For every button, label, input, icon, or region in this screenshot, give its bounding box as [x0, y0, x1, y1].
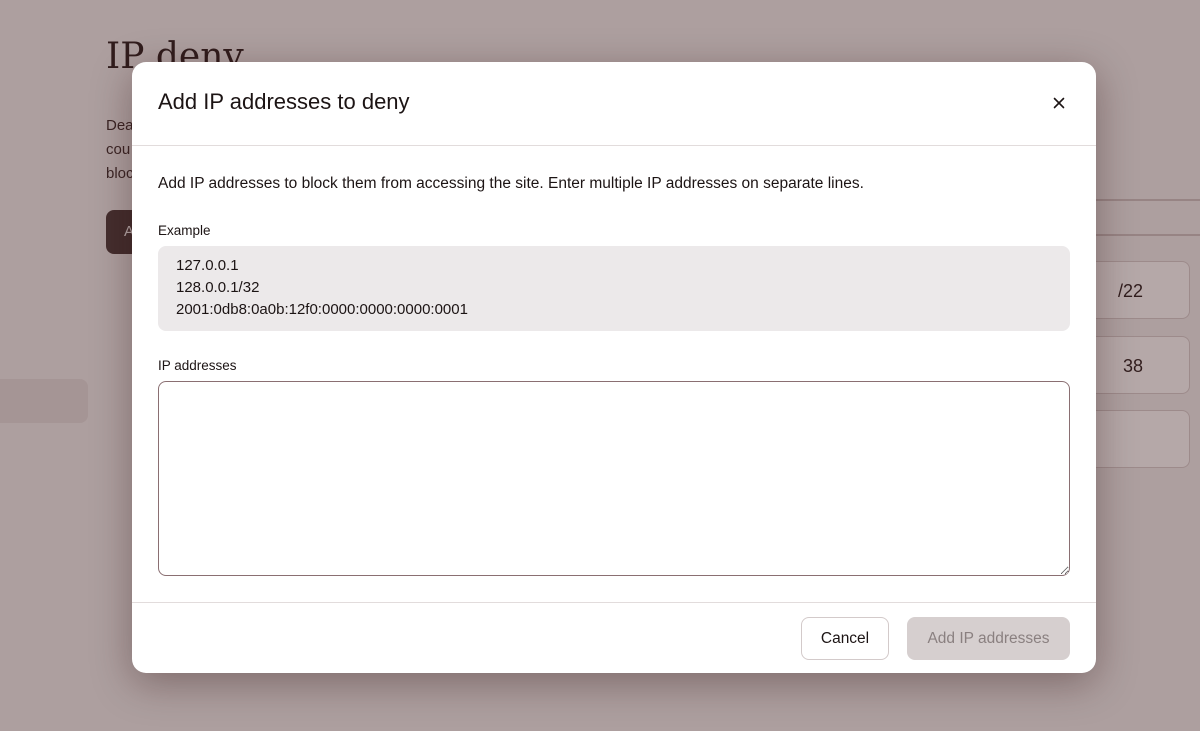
add-ip-dialog: Add IP addresses to deny Add IP addresse… — [132, 62, 1096, 673]
example-label: Example — [158, 223, 211, 238]
add-ip-addresses-button[interactable]: Add IP addresses — [907, 617, 1070, 660]
dialog-footer: Cancel Add IP addresses — [132, 602, 1096, 673]
example-line: 127.0.0.1 — [176, 257, 239, 274]
close-button[interactable] — [1046, 90, 1072, 116]
example-box: 127.0.0.1 128.0.0.1/32 2001:0db8:0a0b:12… — [158, 246, 1070, 331]
dialog-description: Add IP addresses to block them from acce… — [158, 175, 864, 192]
cancel-button[interactable]: Cancel — [801, 617, 889, 660]
example-line: 128.0.0.1/32 — [176, 279, 260, 296]
example-line: 2001:0db8:0a0b:12f0:0000:0000:0000:0001 — [176, 301, 468, 318]
ip-addresses-label: IP addresses — [158, 358, 237, 373]
dialog-title: Add IP addresses to deny — [158, 89, 410, 114]
page: IP deny Dea cou bloc A /22 38 Add IP add… — [0, 0, 1200, 731]
close-icon — [1046, 90, 1072, 116]
ip-addresses-textarea[interactable] — [158, 381, 1070, 576]
dialog-header: Add IP addresses to deny — [132, 62, 1096, 146]
